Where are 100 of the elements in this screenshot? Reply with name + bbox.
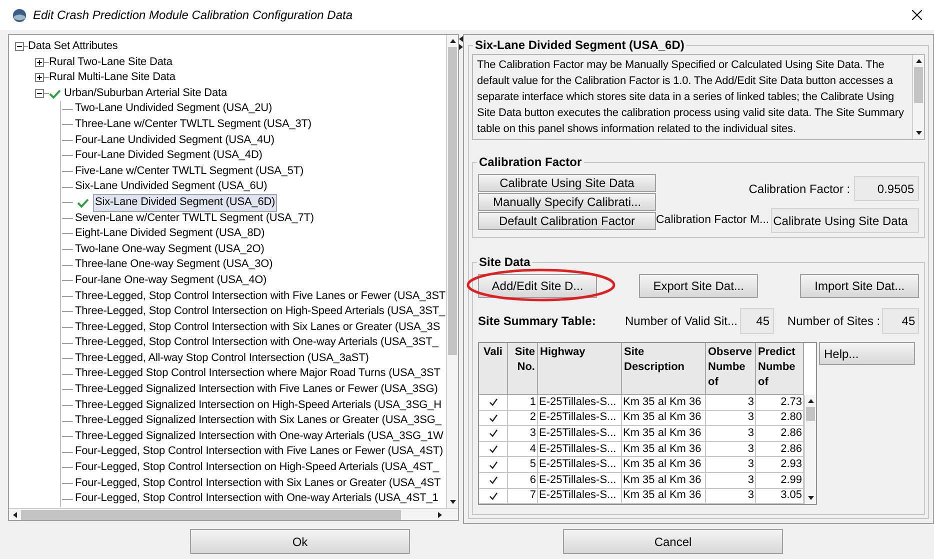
table-cell: E-25Tillales-S... xyxy=(539,472,616,488)
tree-item[interactable]: Three-Legged Signalized Intersection with Five Lanes or Fewer (USA_3SG) xyxy=(73,381,440,399)
tree-item[interactable]: Seven-Lane w/Center TWLTL Segment (USA_7T) xyxy=(73,210,316,228)
left-arrow-icon[interactable] xyxy=(13,512,17,518)
checkmark-icon[interactable] xyxy=(488,429,498,438)
table-cell: 2.73 xyxy=(780,394,802,410)
scrollbar[interactable] xyxy=(912,55,924,139)
minus-box-icon[interactable] xyxy=(35,89,44,98)
right-arrow-icon[interactable] xyxy=(438,512,442,518)
up-arrow-icon[interactable] xyxy=(808,399,814,403)
tree-item[interactable]: Eight-Lane Divided Segment (USA_8D) xyxy=(73,225,267,243)
scrollbar-thumb[interactable] xyxy=(806,407,815,421)
tree-item[interactable]: Three-Legged, All-way Stop Control Intersection (USA_3aST) xyxy=(73,350,371,368)
close-icon[interactable] xyxy=(912,10,922,20)
tree-item[interactable]: Three-Legged, Stop Control Intersection with One-way Arterials (USA_3ST_ xyxy=(73,334,440,352)
up-arrow-icon[interactable] xyxy=(916,59,922,63)
column-header[interactable]: Highway xyxy=(538,343,622,395)
scrollbar[interactable] xyxy=(804,395,816,504)
tree-item[interactable]: Six-Lane Undivided Segment (USA_6U) xyxy=(73,178,270,196)
down-arrow-icon[interactable] xyxy=(808,496,814,500)
up-arrow-icon[interactable] xyxy=(450,39,456,43)
tree-item[interactable]: Three-Legged, Stop Control Intersection with Six Lanes or Greater (USA_3S xyxy=(73,318,442,336)
table-cell: 2.86 xyxy=(780,442,802,457)
calibration-button[interactable]: Calibrate Using Site Data xyxy=(478,174,656,192)
table-cell: Km 35 al Km 36 xyxy=(623,410,702,426)
table-cell: Km 35 al Km 36 xyxy=(623,457,702,472)
table-cell: 3.05 xyxy=(780,488,802,504)
tree-item[interactable]: Urban/Suburban Arterial Site Data xyxy=(64,86,228,102)
tree-item[interactable]: Three-Lane w/Center TWLTL Segment (USA_3T) xyxy=(73,116,314,134)
ok-button[interactable]: Ok xyxy=(190,529,410,554)
table-cell: E-25Tillales-S... xyxy=(539,442,616,457)
scrollbar-thumb[interactable] xyxy=(448,47,457,355)
scrollbar[interactable] xyxy=(446,35,458,508)
calibration-button[interactable]: Manually Specify Calibrati... xyxy=(478,193,656,211)
tree-item[interactable]: Rural Two-Lane Site Data xyxy=(49,54,172,70)
tree-item[interactable]: Rural Multi-Lane Site Data xyxy=(49,70,176,86)
tree-item[interactable]: Four-Legged, Stop Control Intersection with One-way Arterials (USA_4ST_1 xyxy=(73,490,440,508)
horizontal-scrollbar[interactable] xyxy=(9,508,458,520)
column-header[interactable]: Site No. xyxy=(508,343,538,395)
site-data-button[interactable]: Export Site Dat... xyxy=(639,274,758,298)
scrollbar-thumb[interactable] xyxy=(914,67,924,103)
tree-item[interactable]: Three-Legged, Stop Control Intersection with Five Lanes or Fewer (USA_3ST xyxy=(73,288,446,306)
tree-item[interactable]: Four-lane One-way Segment (USA_4O) xyxy=(73,272,269,290)
checkmark-icon[interactable] xyxy=(488,398,498,406)
table-cell: 3 xyxy=(748,426,754,441)
tree-item[interactable]: Six-Lane Divided Segment (USA_6D) xyxy=(93,194,278,212)
table-cell: E-25Tillales-S... xyxy=(539,394,616,410)
valid-sites-field[interactable]: 45 xyxy=(740,308,774,334)
tree-item[interactable]: Four-Lane Divided Segment (USA_4D) xyxy=(73,147,264,165)
plus-box-icon[interactable] xyxy=(35,58,44,67)
tree-item[interactable]: Four-Lane Undivided Segment (USA_4U) xyxy=(73,132,276,150)
tree-item[interactable]: Three-Legged Stop Control Intersection where Major Road Turns (USA_3ST xyxy=(73,365,442,384)
calibration-factor-field[interactable]: 0.9505 xyxy=(854,176,920,201)
tree-item[interactable]: Four-Legged, Stop Control Intersection on High-Speed Arterials (USA_4ST_ xyxy=(73,459,441,477)
table-cell: 1 xyxy=(530,394,536,410)
table-cell: 2.93 xyxy=(780,457,802,472)
tree-item[interactable]: Four-Legged, Stop Control Intersection with Five Lanes or Fewer (USA_4ST) xyxy=(73,443,446,462)
sites-field[interactable]: 45 xyxy=(882,308,920,334)
left-arrow-icon[interactable] xyxy=(459,36,463,42)
tree-item[interactable]: Three-Legged Signalized Intersection with Six Lanes or Greater (USA_3SG_ xyxy=(73,412,444,430)
tree-item[interactable]: Three-lane One-way Segment (USA_3O) xyxy=(73,256,275,274)
tree-item[interactable]: Three-Legged Signalized Intersection with One-way Arterials (USA_3SG_1W xyxy=(73,428,446,446)
group-title: Six-Lane Divided Segment (USA_6D) xyxy=(473,37,686,53)
down-arrow-icon[interactable] xyxy=(450,500,456,504)
site-data-button[interactable]: Import Site Dat... xyxy=(800,274,920,298)
minus-box-icon[interactable] xyxy=(15,42,24,52)
checkmark-icon[interactable] xyxy=(488,476,498,484)
calibration-method-field[interactable]: Calibrate Using Site Data xyxy=(771,208,920,233)
checkmark-icon[interactable] xyxy=(488,445,498,454)
table-cell: Km 35 al Km 36 xyxy=(623,472,702,488)
field-label: Number of Sites : xyxy=(787,313,880,330)
tree-item[interactable]: Five-Lane w/Center TWLTL Segment (USA_5T) xyxy=(73,162,306,180)
checkmark-icon[interactable] xyxy=(488,414,498,422)
table-cell: Km 35 al Km 36 xyxy=(623,394,702,410)
tree-item[interactable]: Four-Legged, Stop Control Intersection with Six Lanes or Greater (USA_4ST xyxy=(73,474,443,492)
table-cell: 2.86 xyxy=(780,426,802,441)
calibration-button[interactable]: Default Calibration Factor xyxy=(478,212,656,230)
right-arrow-icon[interactable] xyxy=(459,44,463,50)
down-arrow-icon[interactable] xyxy=(916,131,922,135)
field-label: Number of Valid Sit... xyxy=(625,313,738,330)
plus-box-icon[interactable] xyxy=(35,73,44,82)
tree-item[interactable]: Two-Lane Undivided Segment (USA_2U) xyxy=(73,100,274,118)
table-cell: E-25Tillales-S... xyxy=(539,457,616,472)
checkmark-icon[interactable] xyxy=(488,460,498,469)
column-header[interactable]: Vali xyxy=(479,343,508,395)
tree-item[interactable]: Three-Legged Signalized Intersection on High-Speed Arterials (USA_3SG_H xyxy=(73,396,444,414)
checkmark-icon[interactable] xyxy=(488,492,498,500)
column-header[interactable]: Observe Numbe of xyxy=(706,343,756,395)
table-cell: 3 xyxy=(748,442,754,457)
table-cell: 2.80 xyxy=(780,410,802,426)
column-header[interactable]: Site Description xyxy=(622,343,706,395)
tree-item[interactable]: Three-Legged, Stop Control Intersection on High-Speed Arterials (USA_3ST_ xyxy=(73,303,446,321)
column-header[interactable]: Predict Numbe of xyxy=(756,343,804,395)
table-cell: E-25Tillales-S... xyxy=(539,410,616,426)
help-button[interactable]: Help... xyxy=(819,342,915,365)
site-data-button[interactable]: Add/Edit Site D... xyxy=(478,274,597,298)
cancel-button[interactable]: Cancel xyxy=(563,529,783,554)
table-cell: 4 xyxy=(530,442,536,457)
tree-item[interactable]: Two-lane One-way Segment (USA_2O) xyxy=(73,240,266,258)
tree-item[interactable]: Data Set Attributes xyxy=(28,39,118,55)
